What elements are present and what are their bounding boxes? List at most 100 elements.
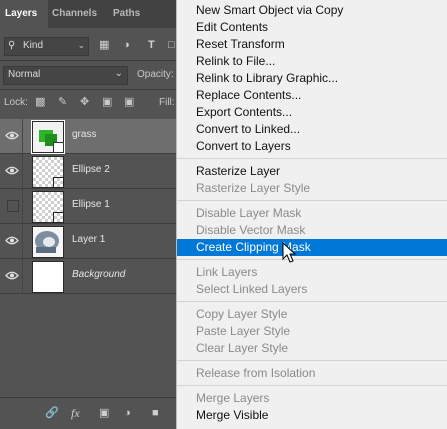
menu-item-merge-visible[interactable]: Merge Visible bbox=[177, 407, 447, 424]
menu-item-rasterize-layer[interactable]: Rasterize Layer bbox=[177, 163, 447, 180]
lock-label: Lock: bbox=[4, 97, 28, 108]
menu-item-label: Disable Vector Mask bbox=[196, 223, 306, 237]
menu-item-label: Export Contents... bbox=[196, 105, 293, 119]
menu-item-label: New Smart Object via Copy bbox=[196, 3, 344, 17]
new-group-folder-icon[interactable]: ■ bbox=[152, 406, 159, 420]
tab-channels[interactable]: Channels bbox=[52, 0, 97, 28]
menu-item-label: Relink to Library Graphic... bbox=[196, 71, 339, 85]
filter-type-icon[interactable]: T bbox=[148, 39, 155, 52]
menu-item-link-layers: Link Layers bbox=[177, 264, 447, 281]
layers-bottom-toolbar: 🔗 fx ▣ ◑ ■ bbox=[0, 397, 178, 429]
menu-item-relink-to-library-graphic[interactable]: Relink to Library Graphic... bbox=[177, 70, 447, 87]
lock-position-move-icon[interactable]: ✥ bbox=[80, 95, 89, 109]
shape-badge-icon bbox=[53, 177, 64, 188]
menu-item-merge-layers: Merge Layers bbox=[177, 390, 447, 407]
layer-name: Ellipse 1 bbox=[72, 199, 110, 210]
menu-item-label: Convert to Linked... bbox=[196, 122, 301, 136]
menu-item-label: Replace Contents... bbox=[196, 88, 302, 102]
menu-item-replace-contents[interactable]: Replace Contents... bbox=[177, 87, 447, 104]
menu-item-convert-to-linked[interactable]: Convert to Linked... bbox=[177, 121, 447, 138]
menu-item-label: Select Linked Layers bbox=[196, 282, 308, 296]
menu-item-label: Link Layers bbox=[196, 265, 258, 279]
layer-name: Background bbox=[72, 269, 126, 280]
menu-item-select-linked-layers: Select Linked Layers bbox=[177, 281, 447, 298]
menu-item-relink-to-file[interactable]: Relink to File... bbox=[177, 53, 447, 70]
photo-thumbnail-image bbox=[33, 227, 63, 257]
blend-mode-value: Normal bbox=[8, 69, 41, 80]
layer-thumbnail bbox=[32, 156, 64, 188]
menu-item-clear-layer-style: Clear Layer Style bbox=[177, 340, 447, 357]
search-icon: ⚲ bbox=[8, 40, 16, 51]
shape-badge-icon bbox=[53, 212, 64, 223]
link-layers-icon[interactable]: 🔗 bbox=[45, 406, 59, 420]
menu-separator bbox=[177, 259, 447, 260]
eye-icon[interactable] bbox=[5, 165, 19, 176]
lock-artboard-icon[interactable]: ▣ bbox=[102, 95, 112, 109]
layers-panel: Layers Channels Paths ⚲ Kind ⌄ ▦ ◑ T □ N… bbox=[0, 0, 178, 429]
menu-item-label: Clear Layer Style bbox=[196, 341, 289, 355]
divider bbox=[0, 60, 178, 61]
layer-name: Ellipse 2 bbox=[72, 164, 110, 175]
menu-item-convert-to-layers[interactable]: Convert to Layers bbox=[177, 138, 447, 155]
eye-icon[interactable] bbox=[5, 270, 19, 281]
divider bbox=[0, 89, 178, 90]
menu-item-label: Release from Isolation bbox=[196, 366, 316, 380]
layer-name: Layer 1 bbox=[72, 234, 106, 245]
visibility-toggle-empty[interactable] bbox=[7, 200, 19, 212]
filter-shape-icon[interactable]: □ bbox=[168, 39, 175, 52]
lock-image-brush-icon[interactable]: ✎ bbox=[58, 95, 67, 109]
layer-context-menu: New Smart Object via Copy Edit Contents … bbox=[176, 0, 447, 429]
menu-item-label: Merge Layers bbox=[196, 391, 270, 405]
lock-row: Lock: ▩ ✎ ✥ ▣ ▣ Fill: bbox=[0, 92, 178, 114]
filter-kind-label: Kind bbox=[23, 40, 44, 51]
eye-icon[interactable] bbox=[5, 235, 19, 246]
menu-item-create-clipping-mask[interactable]: Create Clipping Mask bbox=[177, 239, 447, 256]
smart-object-badge-icon bbox=[53, 142, 64, 153]
layer-row-layer-1[interactable]: Layer 1 bbox=[0, 224, 178, 259]
eye-icon[interactable] bbox=[5, 130, 19, 141]
filter-row: ⚲ Kind ⌄ ▦ ◑ T □ bbox=[0, 34, 178, 58]
chevron-down-icon: ⌄ bbox=[114, 68, 123, 79]
blend-mode-select[interactable]: Normal ⌄ bbox=[3, 66, 128, 85]
menu-item-new-smart-object-via-copy[interactable]: New Smart Object via Copy bbox=[177, 2, 447, 19]
layer-thumbnail bbox=[32, 191, 64, 223]
panel-tab-bar: Layers Channels Paths bbox=[0, 0, 178, 28]
menu-item-rasterize-layer-style: Rasterize Layer Style bbox=[177, 180, 447, 197]
divider bbox=[22, 224, 23, 258]
tab-paths[interactable]: Paths bbox=[113, 0, 140, 28]
layer-thumbnail bbox=[31, 120, 65, 154]
layer-row-background[interactable]: Background bbox=[0, 259, 178, 294]
lock-transparent-icon[interactable]: ▩ bbox=[35, 95, 45, 109]
blend-row: Normal ⌄ Opacity: bbox=[0, 63, 178, 87]
menu-separator bbox=[177, 301, 447, 302]
menu-separator bbox=[177, 200, 447, 201]
opacity-label: Opacity: bbox=[137, 69, 174, 80]
fill-label: Fill: bbox=[159, 97, 175, 108]
fx-icon[interactable]: fx bbox=[71, 406, 80, 420]
filter-kind-select[interactable]: ⚲ Kind ⌄ bbox=[4, 37, 89, 56]
menu-item-reset-transform[interactable]: Reset Transform bbox=[177, 36, 447, 53]
filter-adjustment-icon[interactable]: ◑ bbox=[123, 39, 130, 52]
menu-item-label: Rasterize Layer bbox=[196, 164, 281, 178]
tab-layers[interactable]: Layers bbox=[0, 0, 48, 28]
menu-item-export-contents[interactable]: Export Contents... bbox=[177, 104, 447, 121]
menu-separator bbox=[177, 360, 447, 361]
add-mask-icon[interactable]: ▣ bbox=[99, 406, 109, 420]
adjustment-layer-icon[interactable]: ◑ bbox=[124, 406, 131, 420]
layer-row-ellipse-1[interactable]: Ellipse 1 bbox=[0, 189, 178, 224]
divider bbox=[22, 119, 23, 153]
menu-item-label: Disable Layer Mask bbox=[196, 206, 302, 220]
filter-pixel-icon[interactable]: ▦ bbox=[99, 39, 109, 52]
menu-item-copy-layer-style: Copy Layer Style bbox=[177, 306, 447, 323]
menu-item-label: Create Clipping Mask bbox=[196, 240, 311, 254]
layer-thumbnail bbox=[32, 226, 64, 258]
menu-item-disable-vector-mask: Disable Vector Mask bbox=[177, 222, 447, 239]
layer-row-grass[interactable]: grass bbox=[0, 119, 178, 154]
menu-item-label: Edit Contents bbox=[196, 20, 269, 34]
menu-item-edit-contents[interactable]: Edit Contents bbox=[177, 19, 447, 36]
divider bbox=[22, 189, 23, 223]
lock-all-padlock-icon[interactable]: ▣ bbox=[124, 95, 134, 109]
layer-row-ellipse-2[interactable]: Ellipse 2 bbox=[0, 154, 178, 189]
divider bbox=[22, 154, 23, 188]
menu-item-label: Paste Layer Style bbox=[196, 324, 291, 338]
